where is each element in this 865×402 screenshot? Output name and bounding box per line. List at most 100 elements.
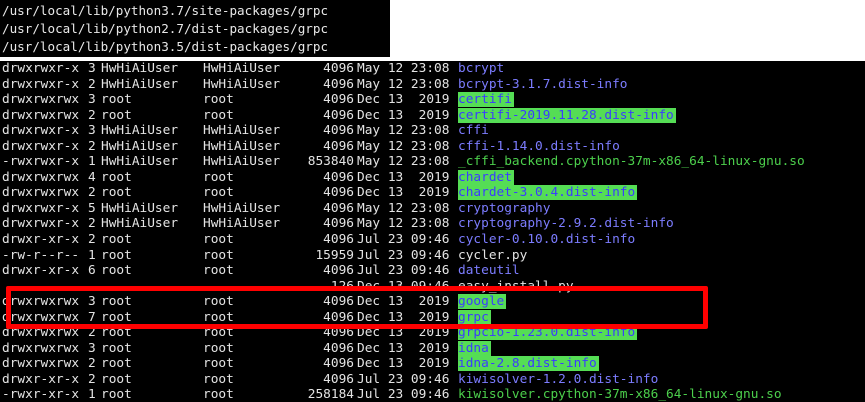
cell-date: Dec 13 2019: [357, 107, 450, 123]
cell-name: kiwisolver-1.2.0.dist-info: [458, 372, 658, 388]
table-row: drwxrwxrwx 3 root root 4096 Dec 13 2019 certif…: [0, 92, 865, 108]
cell-group: root: [203, 263, 234, 279]
cell-group: root: [203, 232, 234, 248]
cell-links: 2: [88, 76, 96, 92]
cell-group: HwHiAiUser: [203, 216, 281, 232]
cell-owner: root: [101, 169, 132, 185]
cell-group: root: [203, 356, 234, 372]
cell-perm: drwxrwxrwx: [2, 107, 80, 123]
cell-group: root: [203, 107, 234, 123]
table-row: drwxr-xr-x 6 root root 4096 Jul 23 09:46 dateu…: [0, 263, 865, 279]
file-name: cffi: [458, 123, 489, 139]
table-row: -rw-r--r-- 1 root root 15959 Jul 23 09:46 cycl…: [0, 248, 865, 264]
cell-group: HwHiAiUser: [203, 61, 281, 76]
cell-perm: drwxrwxrwx: [2, 92, 80, 108]
cell-owner: HwHiAiUser: [101, 216, 179, 232]
cell-size: 4096: [323, 107, 354, 123]
file-name: kiwisolver.cpython-37m-x86_64-linux-gnu.…: [458, 387, 782, 402]
cell-owner: HwHiAiUser: [101, 200, 179, 216]
cell-links: 3: [88, 61, 96, 76]
cell-date: Dec 13 2019: [357, 356, 450, 372]
cell-owner: root: [101, 356, 132, 372]
cell-date: Jul 23 09:46: [357, 371, 450, 387]
file-name: cycler-0.10.0.dist-info: [458, 232, 636, 248]
cell-name: cryptography-2.9.2.dist-info: [458, 216, 674, 232]
file-name: cffi-1.14.0.dist-info: [458, 138, 620, 154]
cell-name: certifi-2019.11.28.dist-info: [458, 107, 676, 124]
file-name: certifi-2019.11.28.dist-info: [458, 107, 676, 123]
cell-links: 1: [88, 247, 96, 263]
table-row: drwxrwxr-x 2 HwHiAiUser HwHiAiUser 4096 May 1…: [0, 216, 865, 232]
cell-perm: drwxr-xr-x: [2, 371, 80, 387]
table-row: drwxrwxr-x 5 HwHiAiUser HwHiAiUser 4096 May 1…: [0, 201, 865, 217]
table-row: -rwxrwxr-x 1 HwHiAiUser HwHiAiUser 853840 May…: [0, 154, 865, 170]
cell-date: Dec 13 2019: [357, 185, 450, 201]
cell-date: May 12 23:08: [357, 76, 450, 92]
table-row: drwxrwxrwx 3 root root 4096 Dec 13 2019 idna: [0, 340, 865, 357]
cell-date: May 12 23:08: [357, 138, 450, 154]
cell-perm: drwxrwxrwx: [2, 356, 80, 372]
cell-perm: drwxrwxrwx: [2, 185, 80, 201]
cell-links: 3: [88, 92, 96, 108]
cell-size: 853840: [307, 154, 354, 170]
cell-date: Dec 13 2019: [357, 169, 450, 185]
cell-group: HwHiAiUser: [203, 154, 281, 170]
cell-owner: root: [101, 247, 132, 263]
file-name: cycler.py: [458, 247, 528, 263]
cell-group: root: [203, 185, 234, 201]
cell-owner: root: [101, 387, 132, 402]
cell-group: root: [203, 340, 234, 356]
cell-perm: drwxrwxr-x: [2, 216, 80, 232]
cell-owner: root: [101, 263, 132, 279]
path-line: /usr/local/lib/python2.7/dist-packages/g…: [2, 21, 329, 36]
cell-perm: drwxrwxr-x: [2, 76, 80, 92]
table-row: drwxrwxr-x 3 HwHiAiUser HwHiAiUser 4096 May 1…: [0, 61, 865, 77]
cell-owner: HwHiAiUser: [101, 123, 179, 139]
cell-owner: root: [101, 185, 132, 201]
cell-size: 4096: [323, 123, 354, 139]
cell-name: certifi: [458, 92, 514, 108]
grpc-paths-panel: /usr/local/lib/python3.7/site-packages/g…: [0, 0, 390, 57]
cell-date: May 12 23:08: [357, 200, 450, 216]
cell-owner: root: [101, 371, 132, 387]
cell-name: chardet: [458, 169, 514, 186]
cell-size: 4096: [323, 216, 354, 232]
cell-size: 15959: [315, 247, 354, 263]
cell-name: idna-2.8.dist-info: [458, 356, 599, 372]
file-name: kiwisolver-1.2.0.dist-info: [458, 371, 659, 387]
cell-name: cryptography: [458, 201, 550, 217]
cell-name: cffi-1.14.0.dist-info: [458, 139, 620, 155]
cell-name: kiwisolver.cpython-37m-x86_64-linux-gnu.…: [458, 387, 782, 402]
cell-date: Jul 23 09:46: [357, 387, 450, 402]
file-name: _cffi_backend.cpython-37m-x86_64-linux-g…: [458, 154, 805, 170]
cell-size: 4096: [323, 200, 354, 216]
cell-name: cffi: [458, 123, 489, 139]
cell-name: bcrypt-3.1.7.dist-info: [458, 77, 628, 93]
table-row: drwxrwxr-x 2 HwHiAiUser HwHiAiUser 4096 May 1…: [0, 139, 865, 155]
terminal-listing: drwxrwxr-x 3 HwHiAiUser HwHiAiUser 4096 May 1…: [0, 61, 865, 402]
cell-date: May 12 23:08: [357, 123, 450, 139]
file-name: bcrypt: [458, 61, 505, 76]
cell-size: 4096: [323, 138, 354, 154]
cell-perm: -rw-r--r--: [2, 247, 80, 263]
cell-name: chardet-3.0.4.dist-info: [458, 185, 638, 201]
file-name: chardet-3.0.4.dist-info: [458, 185, 638, 201]
cell-name: idna: [458, 340, 491, 357]
cell-size: 4096: [323, 76, 354, 92]
highlight-box: [6, 286, 708, 329]
cell-links: 2: [88, 138, 96, 154]
cell-links: 3: [88, 340, 96, 356]
cell-owner: HwHiAiUser: [101, 138, 179, 154]
path-line: /usr/local/lib/python3.5/dist-packages/g…: [2, 39, 329, 54]
table-row: drwxr-xr-x 2 root root 4096 Jul 23 09:46 kiwis…: [0, 372, 865, 388]
cell-size: 4096: [323, 340, 354, 356]
cell-links: 1: [88, 154, 96, 170]
cell-perm: -rwxr-xr-x: [2, 387, 80, 402]
cell-perm: drwxr-xr-x: [2, 232, 80, 248]
cell-links: 2: [88, 216, 96, 232]
cell-owner: root: [101, 107, 132, 123]
cell-links: 3: [88, 123, 96, 139]
table-row: drwxrwxrwx 2 root root 4096 Dec 13 2019 certif…: [0, 107, 865, 124]
cell-perm: drwxrwxr-x: [2, 138, 80, 154]
cell-group: HwHiAiUser: [203, 123, 281, 139]
